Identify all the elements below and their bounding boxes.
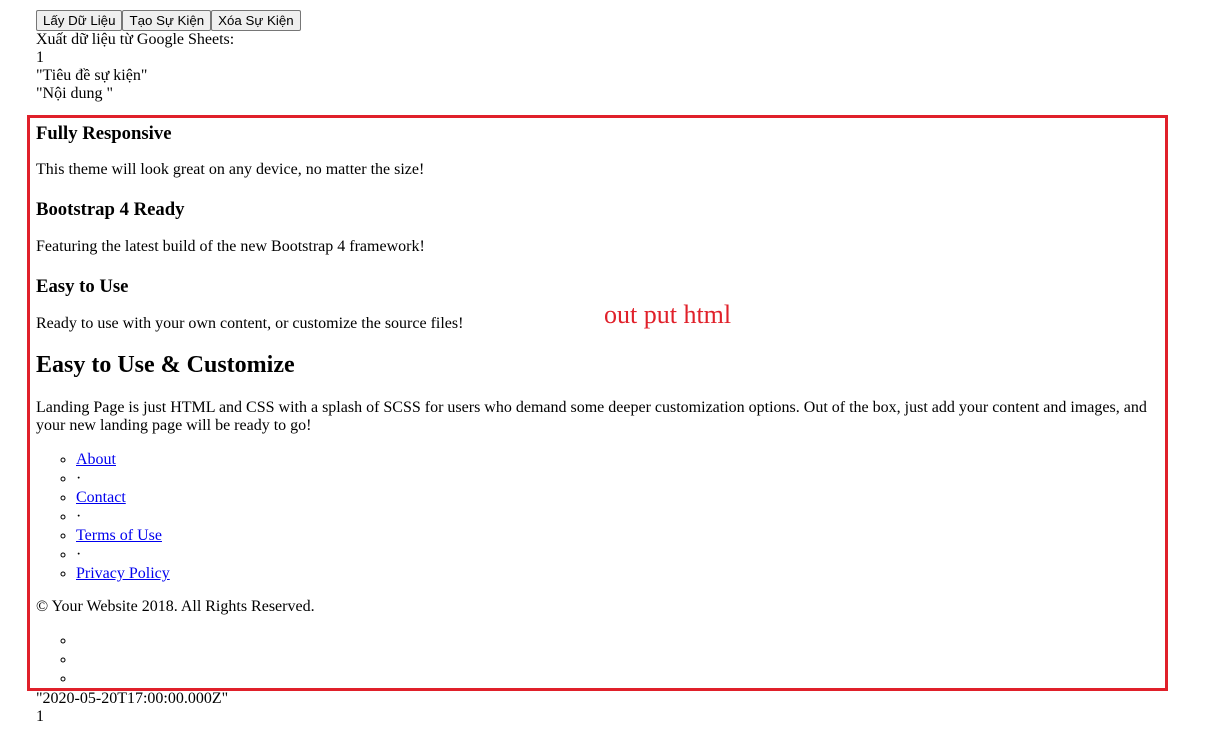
export-value-count: 1: [36, 49, 44, 66]
about-link[interactable]: About: [76, 451, 116, 468]
section-text: Landing Page is just HTML and CSS with a…: [36, 399, 1147, 434]
terms-link[interactable]: Terms of Use: [76, 527, 162, 544]
list-item: About: [76, 450, 1156, 469]
annotation-label: out put html: [604, 300, 732, 329]
page: Lấy Dữ Liệu Tạo Sự Kiện Xóa Sự Kiện Xuất…: [36, 10, 1156, 103]
list-item: [76, 650, 1156, 669]
social-icons-list: [36, 631, 1156, 688]
export-label: Xuất dữ liệu từ Google Sheets:: [36, 31, 235, 48]
contact-link[interactable]: Contact: [76, 489, 126, 506]
list-item: ·: [76, 469, 1156, 488]
list-item: ·: [76, 545, 1156, 564]
delete-event-button[interactable]: Xóa Sự Kiện: [211, 10, 301, 31]
footer-output: "2020-05-20T17:00:00.000Z" 1: [36, 690, 228, 726]
list-item: Privacy Policy: [76, 564, 1156, 583]
list-item: Terms of Use: [76, 526, 1156, 545]
toolbar: Lấy Dữ Liệu Tạo Sự Kiện Xóa Sự Kiện: [36, 10, 1156, 31]
feature-text-responsive: This theme will look great on any device…: [36, 161, 425, 178]
create-event-button[interactable]: Tạo Sự Kiện: [122, 10, 212, 31]
event-date-value: "2020-05-20T17:00:00.000Z": [36, 690, 229, 707]
feature-title-responsive: Fully Responsive: [36, 123, 172, 144]
copyright-text: © Your Website 2018. All Rights Reserved…: [36, 598, 315, 615]
get-data-button[interactable]: Lấy Dữ Liệu: [36, 10, 123, 31]
list-item: ·: [76, 507, 1156, 526]
privacy-link[interactable]: Privacy Policy: [76, 565, 170, 582]
output-content: Fully Responsive This theme will look gr…: [36, 120, 1156, 688]
separator: ·: [76, 508, 82, 525]
event-flag-value: 1: [36, 708, 44, 725]
section-title: Easy to Use & Customize: [36, 352, 295, 378]
feature-text-easy: Ready to use with your own content, or c…: [36, 315, 464, 332]
export-value-content: "Nội dung ": [36, 85, 114, 102]
separator: ·: [76, 546, 82, 563]
feature-text-bootstrap: Featuring the latest build of the new Bo…: [36, 238, 425, 255]
list-item: Contact: [76, 488, 1156, 507]
list-item: [76, 669, 1156, 688]
separator: ·: [76, 470, 82, 487]
footer-links-list: About · Contact · Terms of Use · Privacy…: [36, 450, 1156, 583]
feature-title-easy: Easy to Use: [36, 276, 129, 297]
list-item: [76, 631, 1156, 650]
feature-title-bootstrap: Bootstrap 4 Ready: [36, 199, 185, 220]
export-value-title: "Tiêu đề sự kiện": [36, 67, 148, 84]
